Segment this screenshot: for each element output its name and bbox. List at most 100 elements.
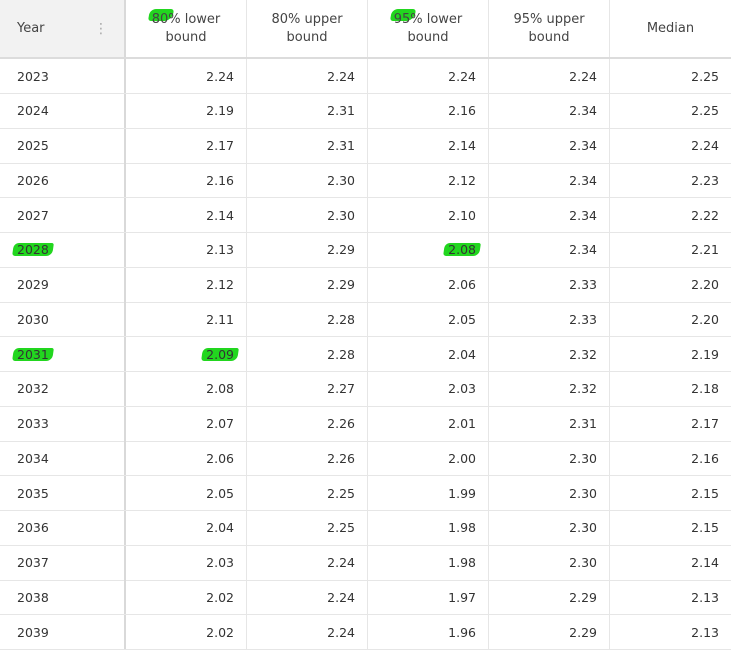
year-cell[interactable]: 2035 xyxy=(0,476,126,510)
value-cell[interactable]: 2.06 xyxy=(368,267,489,302)
column-header-80-upper[interactable]: 80% upper bound xyxy=(247,0,368,58)
table-row[interactable]: 2034 2.06 2.26 2.00 2.30 2.16 xyxy=(0,441,731,477)
column-header-95-upper[interactable]: 95% upper bound xyxy=(489,0,610,58)
value-cell[interactable]: 2.29 xyxy=(489,580,610,615)
value-cell[interactable]: 2.16 xyxy=(610,441,731,475)
value-cell[interactable]: 2.24 xyxy=(247,59,368,93)
table-row[interactable]: 2026 2.16 2.30 2.12 2.34 2.23 xyxy=(0,163,731,199)
column-header-80-lower[interactable]: 80% lower bound xyxy=(126,0,247,58)
value-cell[interactable]: 2.05 xyxy=(126,476,247,510)
value-cell[interactable]: 2.11 xyxy=(126,302,247,337)
table-row[interactable]: 2039 2.02 2.24 1.96 2.29 2.13 xyxy=(0,615,731,650)
year-cell[interactable]: 2027 xyxy=(0,198,126,232)
year-cell[interactable]: 2034 xyxy=(0,441,126,476)
table-row[interactable]: 2038 2.02 2.24 1.97 2.29 2.13 xyxy=(0,580,731,616)
value-cell[interactable]: 2.24 xyxy=(489,59,610,93)
value-cell[interactable]: 2.08 xyxy=(126,371,247,406)
value-cell[interactable]: 2.07 xyxy=(126,406,247,441)
value-cell[interactable]: 2.12 xyxy=(126,267,247,302)
value-cell[interactable]: 2.34 xyxy=(489,198,610,232)
value-cell[interactable]: 2.24 xyxy=(368,59,489,93)
table-row[interactable]: 2027 2.14 2.30 2.10 2.34 2.22 xyxy=(0,198,731,233)
value-cell[interactable]: 2.03 xyxy=(368,371,489,406)
value-cell[interactable]: 2.21 xyxy=(610,233,731,267)
year-cell[interactable]: 2030 xyxy=(0,302,126,337)
value-cell[interactable]: 2.25 xyxy=(247,510,368,545)
value-cell[interactable]: 2.15 xyxy=(610,511,731,545)
table-row[interactable]: 2029 2.12 2.29 2.06 2.33 2.20 xyxy=(0,267,731,303)
value-cell[interactable]: 2.10 xyxy=(368,198,489,232)
year-cell[interactable]: 2023 xyxy=(0,59,126,93)
value-cell[interactable]: 2.16 xyxy=(368,93,489,128)
value-cell[interactable]: 2.00 xyxy=(368,441,489,476)
value-cell[interactable]: 2.13 xyxy=(610,615,731,649)
year-cell[interactable]: 2024 xyxy=(0,93,126,128)
value-cell[interactable]: 2.25 xyxy=(610,59,731,93)
value-cell[interactable]: 2.28 xyxy=(247,337,368,371)
value-cell[interactable]: 2.24 xyxy=(610,129,731,163)
value-cell[interactable]: 2.32 xyxy=(489,337,610,371)
value-cell[interactable]: 2.14 xyxy=(610,546,731,580)
column-header-year[interactable]: Year ⋮ xyxy=(0,0,126,58)
value-cell[interactable]: 2.09 xyxy=(126,337,247,371)
value-cell[interactable]: 2.04 xyxy=(126,510,247,545)
value-cell[interactable]: 2.13 xyxy=(126,232,247,267)
value-cell[interactable]: 1.96 xyxy=(368,615,489,649)
table-row[interactable]: 2030 2.11 2.28 2.05 2.33 2.20 xyxy=(0,302,731,338)
value-cell[interactable]: 2.30 xyxy=(247,198,368,232)
year-cell[interactable]: 2031 xyxy=(0,337,126,371)
value-cell[interactable]: 2.24 xyxy=(247,545,368,580)
table-row[interactable]: 2035 2.05 2.25 1.99 2.30 2.15 xyxy=(0,476,731,511)
value-cell[interactable]: 2.14 xyxy=(368,128,489,163)
table-row[interactable]: 2025 2.17 2.31 2.14 2.34 2.24 xyxy=(0,128,731,164)
value-cell[interactable]: 2.20 xyxy=(610,268,731,302)
value-cell[interactable]: 2.18 xyxy=(610,372,731,406)
table-row[interactable]: 2032 2.08 2.27 2.03 2.32 2.18 xyxy=(0,371,731,407)
value-cell[interactable]: 2.34 xyxy=(489,163,610,198)
value-cell[interactable]: 2.34 xyxy=(489,232,610,267)
table-row[interactable]: 2023 2.24 2.24 2.24 2.24 2.25 xyxy=(0,59,731,94)
value-cell[interactable]: 2.31 xyxy=(247,128,368,163)
value-cell[interactable]: 2.12 xyxy=(368,163,489,198)
table-row[interactable]: 2037 2.03 2.24 1.98 2.30 2.14 xyxy=(0,545,731,581)
value-cell[interactable]: 1.97 xyxy=(368,580,489,615)
value-cell[interactable]: 2.15 xyxy=(610,476,731,510)
year-cell[interactable]: 2038 xyxy=(0,580,126,615)
value-cell[interactable]: 2.32 xyxy=(489,371,610,406)
value-cell[interactable]: 2.08 xyxy=(368,232,489,267)
year-cell[interactable]: 2029 xyxy=(0,267,126,302)
year-cell[interactable]: 2037 xyxy=(0,545,126,580)
value-cell[interactable]: 2.24 xyxy=(247,615,368,649)
table-row[interactable]: 2024 2.19 2.31 2.16 2.34 2.25 xyxy=(0,93,731,129)
value-cell[interactable]: 2.25 xyxy=(247,476,368,510)
value-cell[interactable]: 2.26 xyxy=(247,441,368,476)
value-cell[interactable]: 2.29 xyxy=(247,232,368,267)
value-cell[interactable]: 2.20 xyxy=(610,302,731,336)
column-header-median[interactable]: Median xyxy=(610,0,731,58)
value-cell[interactable]: 2.06 xyxy=(126,441,247,476)
value-cell[interactable]: 2.33 xyxy=(489,267,610,302)
value-cell[interactable]: 2.34 xyxy=(489,128,610,163)
year-cell[interactable]: 2032 xyxy=(0,371,126,406)
value-cell[interactable]: 1.98 xyxy=(368,510,489,545)
value-cell[interactable]: 2.29 xyxy=(247,267,368,302)
table-row[interactable]: 2028 2.13 2.29 2.08 2.34 2.21 xyxy=(0,232,731,268)
column-header-95-lower[interactable]: 95% lower bound xyxy=(368,0,489,58)
value-cell[interactable]: 2.33 xyxy=(489,302,610,337)
value-cell[interactable]: 2.23 xyxy=(610,163,731,197)
value-cell[interactable]: 2.05 xyxy=(368,302,489,337)
value-cell[interactable]: 2.31 xyxy=(489,406,610,441)
value-cell[interactable]: 2.28 xyxy=(247,302,368,337)
value-cell[interactable]: 2.17 xyxy=(610,407,731,441)
value-cell[interactable]: 2.02 xyxy=(126,615,247,649)
value-cell[interactable]: 2.30 xyxy=(489,545,610,580)
value-cell[interactable]: 2.04 xyxy=(368,337,489,371)
year-cell[interactable]: 2036 xyxy=(0,510,126,545)
value-cell[interactable]: 2.27 xyxy=(247,371,368,406)
value-cell[interactable]: 2.25 xyxy=(610,94,731,128)
value-cell[interactable]: 2.01 xyxy=(368,406,489,441)
value-cell[interactable]: 2.31 xyxy=(247,93,368,128)
value-cell[interactable]: 2.17 xyxy=(126,128,247,163)
value-cell[interactable]: 2.24 xyxy=(247,580,368,615)
year-cell[interactable]: 2028 xyxy=(0,232,126,267)
